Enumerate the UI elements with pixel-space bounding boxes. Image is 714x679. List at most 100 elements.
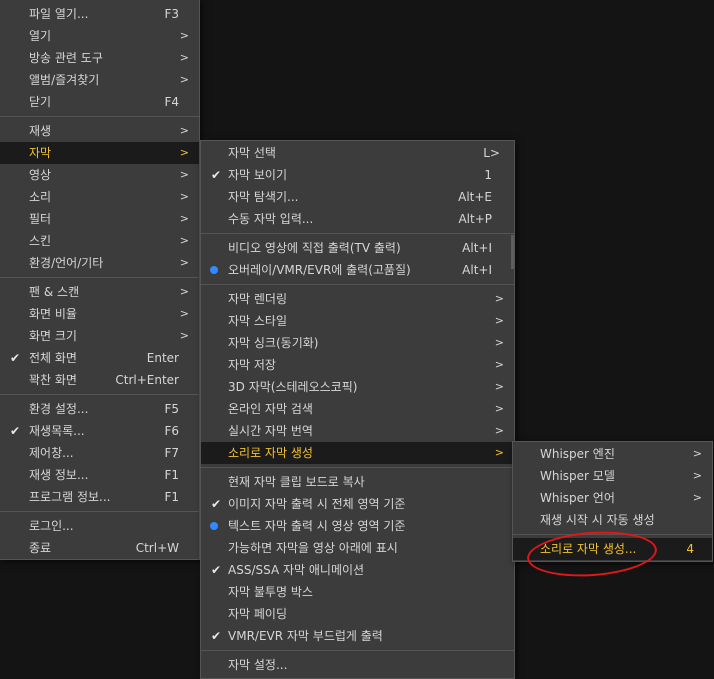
menu-item-program-info[interactable]: 프로그램 정보... F1 <box>0 486 199 508</box>
menu-item-login[interactable]: 로그인... <box>0 515 199 537</box>
menu-item-shortcut: F1 <box>164 468 179 482</box>
menu-item-label: 환경 설정... <box>29 402 89 416</box>
menu-item-playback[interactable]: 재생 > <box>0 120 199 142</box>
submenu-item-below-video[interactable]: 가능하면 자막을 영상 아래에 표시 <box>201 537 514 559</box>
submenu-item-realtime-translate[interactable]: 실시간 자막 번역 > <box>201 420 514 442</box>
submenu-item-whisper-language[interactable]: Whisper 언어 > <box>513 487 712 509</box>
submenu-item-select-subtitle[interactable]: 자막 선택 L> <box>201 142 514 164</box>
check-icon: ✔ <box>210 563 222 577</box>
menu-item-open[interactable]: 열기 > <box>0 25 199 47</box>
menu-item-label: 자막 탐색기... <box>228 190 299 204</box>
menu-separator <box>513 534 712 535</box>
chevron-right-icon: > <box>179 190 189 203</box>
submenu-item-whisper-model[interactable]: Whisper 모델 > <box>513 465 712 487</box>
menu-item-broadcast-tools[interactable]: 방송 관련 도구 > <box>0 47 199 69</box>
menu-item-shortcut: 1 <box>484 168 492 182</box>
menu-item-label: 오버레이/VMR/EVR에 출력(고품질) <box>228 263 411 277</box>
submenu-item-3d[interactable]: 3D 자막(스테레오스코픽) > <box>201 376 514 398</box>
submenu-item-fading[interactable]: 자막 페이딩 <box>201 603 514 625</box>
chevron-right-icon: > <box>179 285 189 298</box>
menu-item-environment[interactable]: 환경/언어/기타 > <box>0 252 199 274</box>
menu-item-shortcut: 4 <box>686 542 694 556</box>
menu-item-label: 실시간 자막 번역 <box>228 424 313 438</box>
menu-item-label: 자막 선택 <box>228 146 276 160</box>
chevron-right-icon: > <box>494 446 504 459</box>
menu-item-fill-screen[interactable]: 꽉찬 화면 Ctrl+Enter <box>0 369 199 391</box>
menu-item-playlist[interactable]: ✔ 재생목록... F6 <box>0 420 199 442</box>
submenu-item-online-search[interactable]: 온라인 자막 검색 > <box>201 398 514 420</box>
menu-item-album-favorites[interactable]: 앨범/즐겨찾기 > <box>0 69 199 91</box>
menu-item-label: Whisper 엔진 <box>540 447 615 461</box>
submenu-item-auto-generate[interactable]: 재생 시작 시 자동 생성 <box>513 509 712 531</box>
menu-item-label: ASS/SSA 자막 애니메이션 <box>228 563 365 577</box>
submenu-item-rendering[interactable]: 자막 렌더링 > <box>201 288 514 310</box>
submenu-item-smooth-output[interactable]: ✔ VMR/EVR 자막 부드럽게 출력 <box>201 625 514 647</box>
menu-item-label: 소리 <box>29 190 52 204</box>
menu-item-playback-info[interactable]: 재생 정보... F1 <box>0 464 199 486</box>
menu-item-fullscreen[interactable]: ✔ 전체 화면 Enter <box>0 347 199 369</box>
chevron-right-icon: > <box>494 314 504 327</box>
submenu-item-whisper-engine[interactable]: Whisper 엔진 > <box>513 443 712 465</box>
chevron-right-icon: > <box>179 73 189 86</box>
submenu-item-overlay-output[interactable]: 오버레이/VMR/EVR에 출력(고품질) Alt+I <box>201 259 514 281</box>
menu-item-label: 자막 <box>29 146 52 160</box>
chevron-right-icon: > <box>179 29 189 42</box>
menu-item-label: 소리로 자막 생성 <box>228 446 313 460</box>
submenu-item-opaque-box[interactable]: 자막 불투명 박스 <box>201 581 514 603</box>
submenu-item-ass-animation[interactable]: ✔ ASS/SSA 자막 애니메이션 <box>201 559 514 581</box>
menu-item-shortcut: F6 <box>164 424 179 438</box>
menu-item-pan-scan[interactable]: 팬 & 스캔 > <box>0 281 199 303</box>
menu-item-preferences[interactable]: 환경 설정... F5 <box>0 398 199 420</box>
submenu-item-show-subtitle[interactable]: ✔ 자막 보이기 1 <box>201 164 514 186</box>
menu-item-shortcut: Alt+P <box>458 212 492 226</box>
menu-item-exit[interactable]: 종료 Ctrl+W <box>0 537 199 559</box>
submenu-item-subtitle-explorer[interactable]: 자막 탐색기... Alt+E <box>201 186 514 208</box>
submenu-item-image-full-area[interactable]: ✔ 이미지 자막 출력 시 전체 영역 기준 <box>201 493 514 515</box>
menu-item-aspect-ratio[interactable]: 화면 비율 > <box>0 303 199 325</box>
scrollbar-thumb[interactable] <box>511 235 514 269</box>
menu-item-shortcut: F4 <box>164 95 179 109</box>
menu-separator <box>201 233 514 234</box>
menu-item-skin[interactable]: 스킨 > <box>0 230 199 252</box>
menu-item-shortcut: Ctrl+Enter <box>115 373 179 387</box>
menu-item-screen-size[interactable]: 화면 크기 > <box>0 325 199 347</box>
submenu-item-copy-clipboard[interactable]: 현재 자막 클립 보드로 복사 <box>201 471 514 493</box>
submenu-item-generate-subtitle[interactable]: 소리로 자막 생성... 4 <box>513 538 712 560</box>
submenu-item-manual-input[interactable]: 수동 자막 입력... Alt+P <box>201 208 514 230</box>
menu-item-open-file[interactable]: 파일 열기... F3 <box>0 3 199 25</box>
submenu-item-save[interactable]: 자막 저장 > <box>201 354 514 376</box>
menu-item-label: 닫기 <box>29 95 52 109</box>
chevron-right-icon: > <box>692 447 702 460</box>
menu-item-label: 영상 <box>29 168 52 182</box>
menu-item-video[interactable]: 영상 > <box>0 164 199 186</box>
menu-item-label: 앨범/즐겨찾기 <box>29 73 100 87</box>
menu-item-label: 화면 크기 <box>29 329 77 343</box>
menu-item-label: 방송 관련 도구 <box>29 51 103 65</box>
chevron-right-icon: > <box>494 336 504 349</box>
menu-item-shortcut: Ctrl+W <box>135 541 179 555</box>
menu-item-label: 수동 자막 입력... <box>228 212 314 226</box>
menu-item-shortcut: F5 <box>164 402 179 416</box>
menu-item-label: 자막 렌더링 <box>228 292 288 306</box>
menu-item-label: 제어창... <box>29 446 74 460</box>
submenu-item-style[interactable]: 자막 스타일 > <box>201 310 514 332</box>
menu-item-control-window[interactable]: 제어창... F7 <box>0 442 199 464</box>
submenu-item-subtitle-settings[interactable]: 자막 설정... <box>201 654 514 676</box>
menu-item-subtitles[interactable]: 자막 > <box>0 142 199 164</box>
menu-item-label: 재생 정보... <box>29 468 89 482</box>
radio-dot-icon <box>210 266 218 274</box>
menu-item-filter[interactable]: 필터 > <box>0 208 199 230</box>
menu-separator <box>0 511 199 512</box>
chevron-right-icon: > <box>692 491 702 504</box>
submenu-item-generate-from-audio[interactable]: 소리로 자막 생성 > <box>201 442 514 464</box>
menu-item-audio[interactable]: 소리 > <box>0 186 199 208</box>
menu-item-close[interactable]: 닫기 F4 <box>0 91 199 113</box>
submenu-item-tv-output[interactable]: 비디오 영상에 직접 출력(TV 출력) Alt+I <box>201 237 514 259</box>
menu-item-label: 화면 비율 <box>29 307 77 321</box>
submenu-item-sync[interactable]: 자막 싱크(동기화) > <box>201 332 514 354</box>
submenu-item-text-video-area[interactable]: 텍스트 자막 출력 시 영상 영역 기준 <box>201 515 514 537</box>
subtitle-submenu: 자막 선택 L> ✔ 자막 보이기 1 자막 탐색기... Alt+E 수동 자… <box>200 140 515 679</box>
menu-item-label: 소리로 자막 생성... <box>540 542 637 556</box>
chevron-right-icon: > <box>692 469 702 482</box>
menu-item-shortcut: F1 <box>164 490 179 504</box>
